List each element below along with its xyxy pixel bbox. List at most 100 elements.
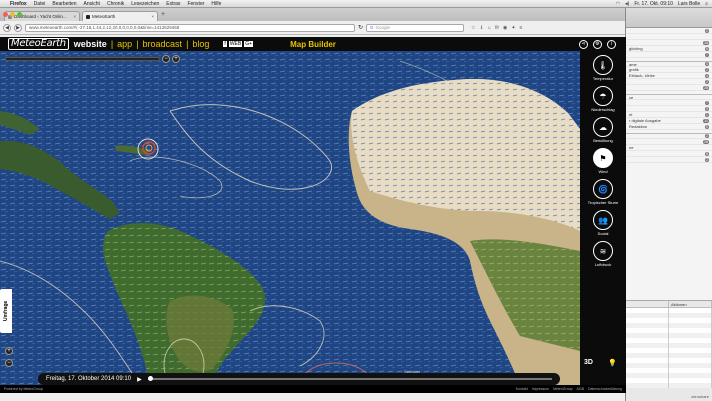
web-share-icon[interactable]: WEB <box>228 41 243 47</box>
table-column[interactable] <box>669 308 712 388</box>
clock[interactable]: Fr. 17. Okt. 09:10 <box>634 1 673 7</box>
site-nav: website | app | broadcast | blog <box>74 39 210 49</box>
share-icon[interactable]: ⋖ <box>579 39 588 49</box>
zoom-window-button[interactable] <box>17 12 22 17</box>
nav-separator: | <box>110 39 114 49</box>
menu-bearbeiten[interactable]: Bearbeiten <box>52 1 76 7</box>
list-item[interactable]: 2 <box>626 157 712 163</box>
nav-website[interactable]: website <box>74 39 107 49</box>
count-badge: 4 <box>705 73 709 78</box>
app-table <box>626 308 712 388</box>
nav-app[interactable]: app <box>117 39 132 49</box>
zoom-out-button[interactable]: − <box>5 359 13 367</box>
menu-fenster[interactable]: Fenster <box>187 1 204 7</box>
layer-wind[interactable]: ⚑ Wind <box>593 148 613 174</box>
count-badge: 6 <box>705 46 709 51</box>
user-name[interactable]: Lars Bolle <box>678 1 700 7</box>
footer-link-meteogroup[interactable]: MeteoGroup <box>553 387 572 391</box>
social-icon: 👥 <box>593 210 613 230</box>
storm-icon: 🌀 <box>593 179 613 199</box>
menu-lesezeichen[interactable]: Lesezeichen <box>131 1 159 7</box>
menu-datei[interactable]: Datei <box>34 1 46 7</box>
settings-icon[interactable]: ⚙ <box>593 39 602 49</box>
addon-icon[interactable]: ◉ <box>503 25 507 31</box>
menu-extras[interactable]: Extras <box>166 1 180 7</box>
spotlight-icon[interactable]: ⌕ <box>705 1 708 7</box>
powered-by[interactable]: Powered by MeteoGroup <box>4 387 43 391</box>
umfrage-tab[interactable]: Umfrage <box>0 289 12 333</box>
back-button[interactable]: ◀ <box>3 23 11 32</box>
home-icon[interactable]: ⌂ <box>488 25 491 31</box>
layer-label: Luftdruck <box>594 262 612 267</box>
menu-ansicht[interactable]: Ansicht <box>84 1 100 7</box>
3d-toggle-button[interactable]: 3D <box>584 359 593 366</box>
nav-broadcast[interactable]: broadcast <box>143 39 183 49</box>
url-text: www.meteoearth.com/#/,-27.18,1.44,2,12,2… <box>29 25 180 30</box>
layer-label: Temperatur <box>592 76 614 81</box>
timeline-bar: Freitag, 17. Oktober 2014 09:10 ▶ <box>38 373 560 385</box>
footer-link-datenschutz[interactable]: Datenschutzerklärung <box>588 387 622 391</box>
map-title: Map Builder <box>290 39 336 49</box>
column-header-aktionen[interactable]: Aktionen <box>669 301 712 307</box>
footer-link-kontakt[interactable]: Kontakt <box>516 387 528 391</box>
minimize-window-button[interactable] <box>10 12 15 17</box>
layer-temperatur[interactable]: 🌡 Temperatur <box>593 55 613 81</box>
list-item[interactable]: 7 <box>626 52 712 58</box>
url-input[interactable]: www.meteoearth.com/#/,-27.18,1.44,2,12,2… <box>25 23 355 32</box>
close-window-button[interactable] <box>3 12 8 17</box>
meteoearth-logo[interactable]: MeteoEarth <box>8 38 69 50</box>
downloads-icon[interactable]: ⇓ <box>480 25 484 31</box>
play-icon[interactable]: ▶ <box>137 376 142 383</box>
google-plus-icon[interactable]: G+ <box>244 41 254 47</box>
menu-icon[interactable]: ≡ <box>520 25 523 31</box>
social-buttons: f WEB G+ <box>223 41 254 47</box>
table-column[interactable] <box>626 308 669 388</box>
volume-icon[interactable]: ◂) <box>625 1 629 7</box>
addon-icon[interactable]: ✦ <box>511 25 515 31</box>
timeline-track[interactable] <box>147 376 552 381</box>
list-item-label: ame <box>629 61 637 67</box>
tab-meteoearth[interactable]: MeteoEarth × <box>82 11 158 21</box>
close-tab-icon[interactable]: × <box>73 14 76 19</box>
weather-map[interactable]: − + Umfrage + − Samstag Freitag, 17. Okt… <box>0 51 580 385</box>
list-item[interactable]: Redaktion 5 <box>626 124 712 130</box>
forward-button[interactable]: ▶ <box>14 23 22 32</box>
menubar: Firefox Datei Bearbeiten Ansicht Chronik… <box>0 0 712 8</box>
list-item-label: Redaktion <box>629 124 648 129</box>
close-tab-icon[interactable]: × <box>151 14 154 19</box>
addon-icon[interactable]: ✉ <box>495 25 499 31</box>
zoom-in-button[interactable]: + <box>5 347 13 355</box>
nav-blog[interactable]: blog <box>192 39 209 49</box>
favicon-icon <box>86 14 90 19</box>
timeline-knob[interactable] <box>147 376 153 381</box>
count-badge: 7 <box>705 100 709 105</box>
lightbulb-icon[interactable]: 💡 <box>608 359 617 367</box>
app-bottom-panel: Aktionen zeroshare <box>626 300 712 401</box>
column-header[interactable] <box>626 301 669 307</box>
footer-link-agb[interactable]: AGB <box>577 387 584 391</box>
count-badge: 2 <box>705 28 709 33</box>
info-icon[interactable]: i <box>607 39 616 49</box>
bookmark-star-icon[interactable]: ☆ <box>471 25 475 31</box>
layer-niederschlag[interactable]: ☂ Niederschlag <box>591 86 615 112</box>
footer-link-impressum[interactable]: Impressum <box>532 387 549 391</box>
menu-firefox[interactable]: Firefox <box>10 1 27 7</box>
zoom-out-button[interactable]: − <box>162 55 170 63</box>
layer-social[interactable]: 👥 Social <box>593 210 613 236</box>
menu-chronik[interactable]: Chronik <box>107 1 124 7</box>
zoom-in-button[interactable]: + <box>172 55 180 63</box>
layer-bewoelkung[interactable]: ☁ Bewölkung <box>593 117 613 143</box>
menu-hilfe[interactable]: Hilfe <box>211 1 221 7</box>
layer-luftdruck[interactable]: ≋ Luftdruck <box>593 241 613 267</box>
count-badge: 26 <box>703 40 709 45</box>
layer-tropischer-sturm[interactable]: 🌀 Tropischer Sturm <box>588 179 618 205</box>
reload-icon[interactable]: ↻ <box>358 24 363 31</box>
facebook-icon[interactable]: f <box>223 41 227 47</box>
zoom-track[interactable] <box>5 57 160 61</box>
wifi-icon[interactable]: ◠ <box>616 1 620 7</box>
list-item-label: nt <box>629 112 633 117</box>
search-input[interactable]: G Google <box>366 23 465 32</box>
list-item[interactable]: 28 <box>626 85 712 91</box>
count-badge: 9 <box>705 106 709 111</box>
new-tab-button[interactable]: + <box>161 11 165 18</box>
